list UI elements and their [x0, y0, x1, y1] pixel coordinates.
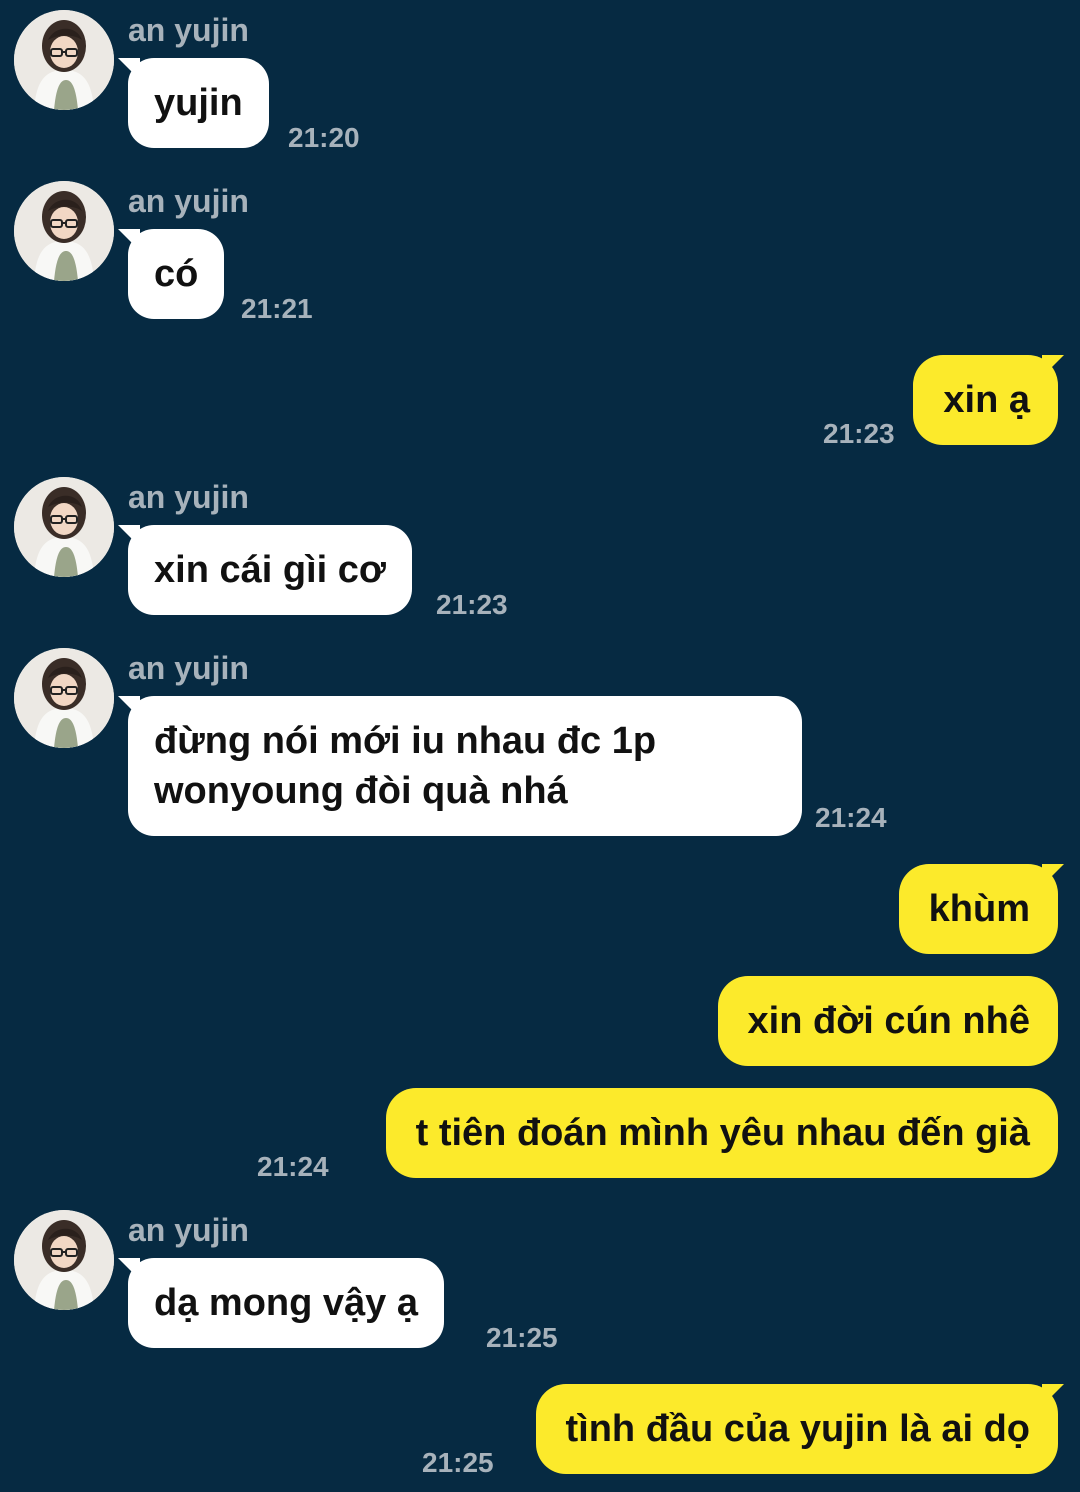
message-time: 21:24: [815, 802, 887, 833]
outgoing-message-bubble[interactable]: xin đời cún nhê: [717, 976, 1058, 1066]
bubble-tail: [118, 696, 140, 718]
avatar-photo-icon: [14, 10, 114, 110]
outgoing-message-bubble[interactable]: tình đầu của yujin là ai dọ: [535, 1384, 1064, 1474]
incoming-message-bubble[interactable]: xin cái gìi cơ: [118, 525, 412, 615]
message-text: xin cái gìi cơ: [154, 549, 386, 591]
message-time: 21:20: [288, 122, 360, 153]
avatar-photo-icon: [14, 477, 114, 577]
sender-name: an yujin: [128, 183, 249, 219]
message-text: t tiên đoán mình yêu nhau đến già: [415, 1112, 1030, 1154]
contact-avatar[interactable]: [14, 477, 114, 577]
contact-avatar[interactable]: [14, 181, 114, 281]
message-text-line: đừng nói mới iu nhau đc 1p: [154, 720, 657, 762]
message-time: 21:25: [486, 1322, 558, 1353]
incoming-message-bubble[interactable]: đừng nói mới iu nhau đc 1p wonyoung đòi …: [118, 696, 802, 836]
bubble-tail: [1042, 355, 1064, 377]
bubble-tail: [1042, 864, 1064, 886]
incoming-message-bubble[interactable]: yujin: [118, 58, 269, 148]
contact-avatar[interactable]: [14, 10, 114, 110]
bubble-tail: [118, 1258, 140, 1280]
bubble-tail: [1042, 1384, 1064, 1406]
message-text: tình đầu của yujin là ai dọ: [565, 1408, 1031, 1450]
bubble-tail: [118, 58, 140, 80]
avatar-photo-icon: [14, 181, 114, 281]
message-text-line: wonyoung đòi quà nhá: [154, 770, 568, 812]
contact-avatar[interactable]: [14, 648, 114, 748]
message-time: 21:23: [436, 589, 508, 620]
sender-name: an yujin: [128, 1212, 249, 1248]
bubble-tail: [118, 229, 140, 251]
avatar-photo-icon: [14, 1210, 114, 1310]
message-time: 21:21: [241, 293, 313, 324]
message-time: 21:24: [257, 1151, 329, 1182]
contact-avatar[interactable]: [14, 1210, 114, 1310]
message-text: yujin: [154, 82, 243, 124]
sender-name: an yujin: [128, 12, 249, 48]
message-time: 21:25: [422, 1447, 494, 1478]
sender-name: an yujin: [128, 479, 249, 515]
message-text: xin đời cún nhê: [747, 1000, 1030, 1042]
message-text: xin ạ: [943, 379, 1030, 421]
outgoing-message-bubble[interactable]: t tiên đoán mình yêu nhau đến già: [385, 1088, 1058, 1178]
bubble-tail: [118, 525, 140, 547]
message-text: có: [154, 253, 199, 295]
incoming-message-bubble[interactable]: dạ mong vậy ạ: [118, 1258, 444, 1348]
outgoing-message-bubble[interactable]: xin ạ: [913, 355, 1064, 445]
outgoing-message-bubble[interactable]: khùm: [898, 864, 1064, 954]
incoming-message-bubble[interactable]: có: [118, 229, 225, 319]
message-text: khùm: [928, 888, 1030, 930]
message-time: 21:23: [823, 418, 895, 449]
avatar-photo-icon: [14, 648, 114, 748]
sender-name: an yujin: [128, 650, 249, 686]
message-text: dạ mong vậy ạ: [154, 1282, 418, 1324]
